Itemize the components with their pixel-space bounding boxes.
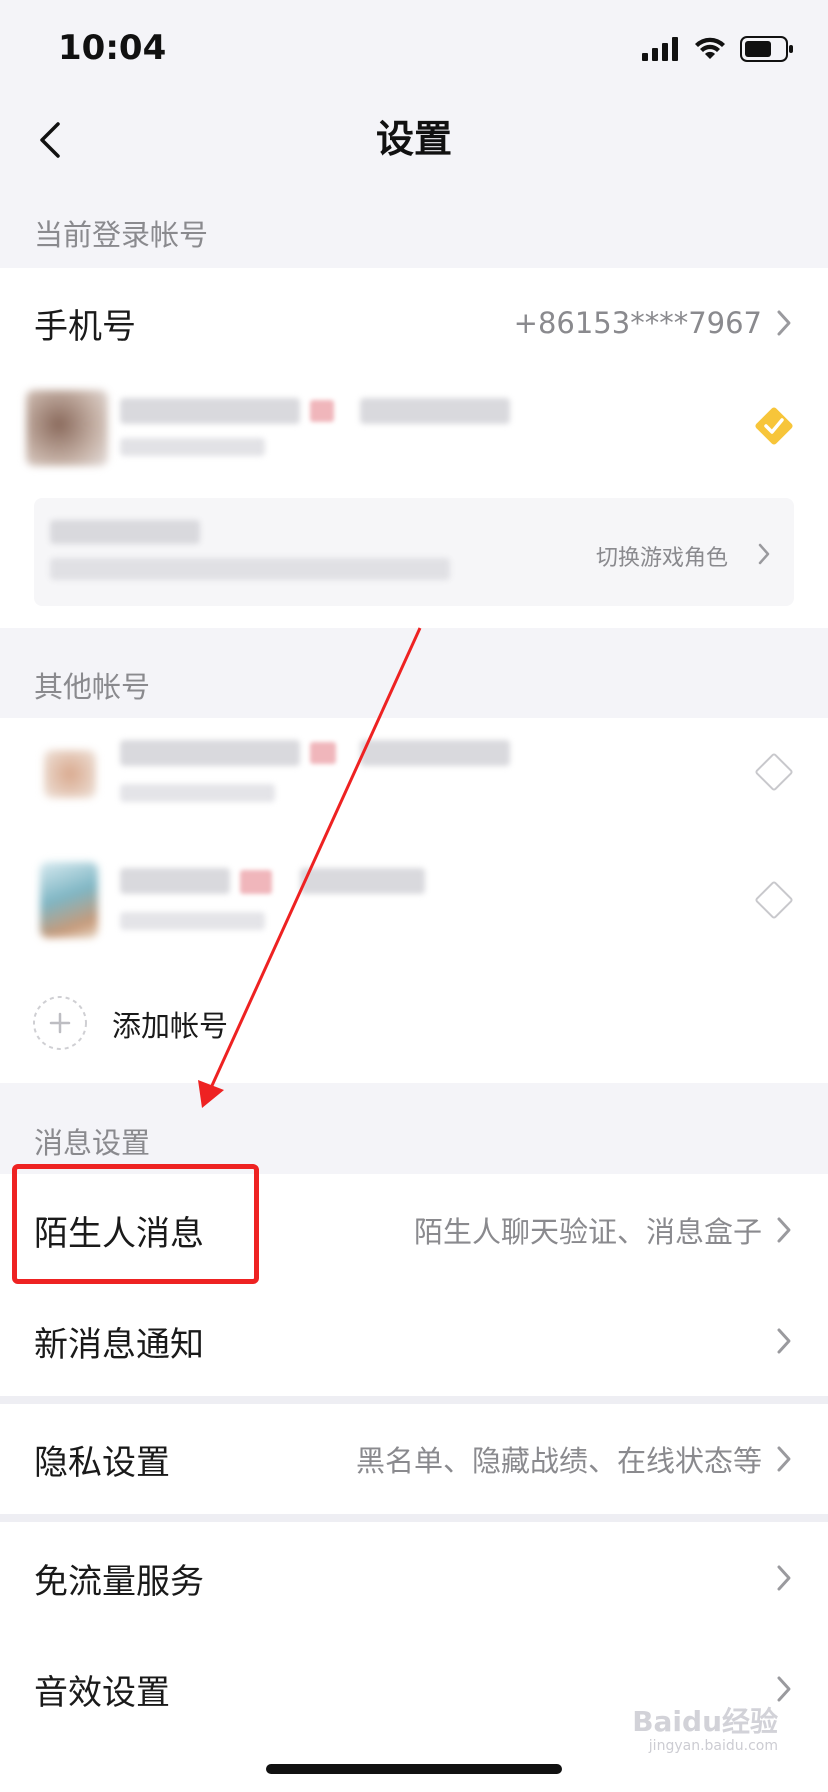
unselected-diamond-icon[interactable] <box>752 878 796 922</box>
section-divider <box>0 1514 828 1522</box>
new-message-notification-row[interactable]: 新消息通知 <box>0 1286 828 1396</box>
home-indicator[interactable] <box>266 1764 562 1774</box>
section-header-current-account: 当前登录帐号 <box>34 218 209 252</box>
switch-game-role-label: 切换游戏角色 <box>595 546 728 571</box>
chevron-right-icon <box>777 1328 791 1354</box>
phone-label: 手机号 <box>34 306 136 347</box>
sound-settings-label: 音效设置 <box>34 1672 170 1713</box>
data-free-service-label: 免流量服务 <box>34 1561 204 1602</box>
watermark-text: Baidu经验 <box>632 1705 778 1738</box>
status-bar: 10:04 <box>0 0 828 100</box>
annotation-highlight-box <box>12 1164 259 1284</box>
current-account-card: 手机号 +86153****7967 切换游戏角色 <box>0 268 828 628</box>
chevron-right-icon <box>777 1446 791 1472</box>
wifi-icon <box>695 37 725 59</box>
avatar <box>40 862 98 938</box>
phone-row[interactable]: 手机号 +86153****7967 <box>0 268 828 378</box>
privacy-settings-label: 隐私设置 <box>34 1442 170 1483</box>
privacy-settings-value: 黑名单、隐藏战绩、在线状态等 <box>355 1444 762 1478</box>
section-header-message-settings: 消息设置 <box>34 1126 151 1160</box>
add-circle-icon <box>33 996 87 1050</box>
avatar <box>44 750 96 798</box>
data-free-service-row[interactable]: 免流量服务 <box>0 1522 828 1634</box>
stranger-messages-value: 陌生人聊天验证、消息盒子 <box>413 1215 762 1249</box>
chevron-right-icon <box>777 1565 791 1591</box>
game-role-card[interactable]: 切换游戏角色 <box>34 498 794 606</box>
nav-bar: 设置 <box>0 100 828 212</box>
page-title: 设置 <box>375 117 452 161</box>
other-account-row[interactable] <box>0 838 828 963</box>
phone-value: +86153****7967 <box>513 306 762 340</box>
status-time: 10:04 <box>58 28 167 68</box>
add-account-row[interactable]: 添加帐号 <box>0 963 828 1083</box>
unselected-diamond-icon[interactable] <box>752 750 796 794</box>
avatar <box>26 390 108 466</box>
other-account-row[interactable] <box>0 718 828 838</box>
status-icons <box>642 36 794 62</box>
new-message-notification-label: 新消息通知 <box>34 1324 204 1365</box>
privacy-settings-row[interactable]: 隐私设置 黑名单、隐藏战绩、在线状态等 <box>0 1404 828 1514</box>
chevron-right-icon <box>777 1217 791 1243</box>
current-account-profile <box>0 378 828 488</box>
chevron-right-icon <box>777 310 791 336</box>
chevron-right-icon <box>758 543 770 565</box>
selected-check-icon <box>755 407 793 445</box>
watermark-subtext: jingyan.baidu.com <box>648 1738 778 1754</box>
battery-icon <box>740 36 793 62</box>
privacy-card: 隐私设置 黑名单、隐藏战绩、在线状态等 <box>0 1404 828 1514</box>
signal-icon <box>642 37 678 61</box>
other-accounts-card: 添加帐号 <box>0 718 828 1083</box>
section-divider <box>0 1396 828 1404</box>
section-header-other-accounts: 其他帐号 <box>34 670 151 704</box>
add-account-label: 添加帐号 <box>112 1009 229 1043</box>
